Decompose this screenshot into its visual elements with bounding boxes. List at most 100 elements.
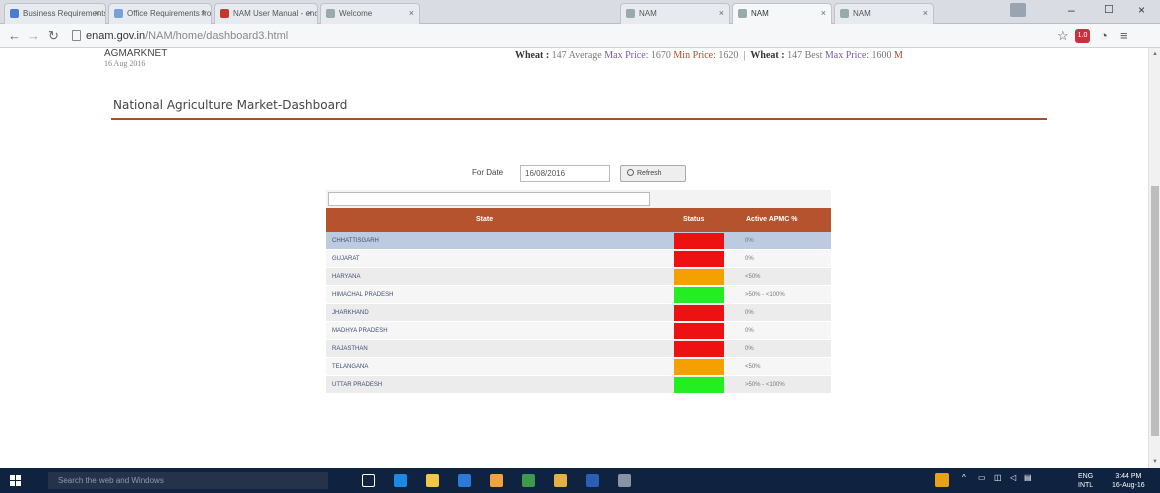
scroll-down-icon[interactable]: ▼ — [1152, 459, 1158, 465]
browser-tab[interactable]: Business Requirements × — [4, 3, 106, 24]
state-cell: MADHYA PRADESH — [332, 328, 388, 334]
close-window-button[interactable]: × — [1138, 3, 1145, 17]
browser-tab[interactable]: Welcome × — [320, 3, 420, 24]
price-ticker: Wheat : 147 Average Max Price: 1670 Min … — [515, 50, 1035, 61]
language-indicator[interactable]: ENG INTL — [1078, 472, 1093, 490]
table-row[interactable]: GUJARAT 0% — [326, 250, 831, 268]
table-row[interactable]: HIMACHAL PRADESH >50% - <100% — [326, 286, 831, 304]
column-header-active-apmc[interactable]: Active APMC % — [746, 216, 797, 223]
extension-badge-icon[interactable]: 1.0 — [1075, 29, 1090, 43]
state-cell: RAJASTHAN — [332, 346, 368, 352]
brand-date: 16 Aug 2016 — [104, 59, 146, 68]
browser-tab-strip: Business Requirements × Office Requireme… — [0, 0, 1160, 24]
browser-tab[interactable]: Office Requirements fro × — [108, 3, 212, 24]
system-clock[interactable]: 3:44 PM 16-Aug-16 — [1112, 472, 1145, 490]
page-content: AGMARKNET 16 Aug 2016 Wheat : 147 Averag… — [0, 48, 1148, 468]
browser-tab-active[interactable]: NAM × — [732, 3, 832, 24]
tab-label: NAM — [751, 9, 769, 18]
page-title: National Agriculture Market-Dashboard — [113, 98, 348, 112]
ticker-text: 147 Average — [549, 50, 605, 61]
chrome-icon[interactable] — [554, 474, 567, 487]
store-icon[interactable] — [458, 474, 471, 487]
date-label: For Date — [472, 168, 504, 177]
maximize-button[interactable]: ☐ — [1104, 3, 1114, 16]
url-field[interactable]: enam.gov.in/NAM/home/dashboard3.html — [86, 30, 288, 42]
user-profile-icon[interactable] — [1010, 3, 1026, 17]
table-row[interactable]: MADHYA PRADESH 0% — [326, 322, 831, 340]
ticker-max: 1600 — [869, 50, 895, 61]
app-icon[interactable] — [618, 474, 631, 487]
active-apmc-cell: 0% — [745, 238, 754, 244]
active-apmc-cell: 0% — [745, 256, 754, 262]
scroll-thumb[interactable] — [1151, 186, 1159, 436]
task-view-icon[interactable] — [362, 474, 375, 487]
column-header-state[interactable]: State — [476, 216, 493, 223]
ticker-separator: | — [738, 50, 751, 61]
state-cell: GUJARAT — [332, 256, 360, 262]
ticker-text: 147 Best — [784, 50, 825, 61]
scroll-up-icon[interactable]: ▲ — [1152, 51, 1158, 57]
file-explorer-icon[interactable] — [426, 474, 439, 487]
tab-favicon-icon — [840, 9, 849, 18]
taskbar-search-box[interactable]: Search the web and Windows — [48, 472, 328, 489]
tab-close-icon[interactable]: × — [923, 8, 928, 18]
network-icon[interactable]: ◫ — [994, 473, 1002, 482]
state-cell: UTTAR PRADESH — [332, 382, 383, 388]
reload-icon[interactable]: ↻ — [48, 28, 59, 44]
tab-label: Business Requirements — [23, 9, 106, 18]
lang-line2: INTL — [1078, 482, 1094, 489]
table-row[interactable]: RAJASTHAN 0% — [326, 340, 831, 358]
ticker-max: 1670 — [648, 50, 674, 61]
address-bar: ← → ↻ enam.gov.in/NAM/home/dashboard3.ht… — [0, 24, 1160, 48]
browser-tab[interactable]: NAM × — [620, 3, 730, 24]
action-center-icon[interactable]: ▤ — [1024, 473, 1032, 482]
state-cell: CHHATTISGARH — [332, 238, 379, 244]
refresh-button[interactable]: Refresh — [620, 165, 686, 182]
tab-close-icon[interactable]: × — [307, 8, 312, 18]
column-header-status[interactable]: Status — [683, 216, 704, 223]
table-row[interactable]: TELANGANA <50% — [326, 358, 831, 376]
table-row[interactable]: CHHATTISGARH 0% — [326, 232, 831, 250]
chevron-up-icon[interactable]: ^ — [962, 473, 966, 482]
bookmark-star-icon[interactable]: ☆ — [1057, 28, 1069, 44]
tab-label: Office Requirements fro — [127, 9, 212, 18]
tab-close-icon[interactable]: × — [201, 8, 206, 18]
tab-close-icon[interactable]: × — [719, 8, 724, 18]
notification-app-icon[interactable] — [935, 473, 949, 487]
edge-icon[interactable] — [394, 474, 407, 487]
excel-icon[interactable] — [522, 474, 535, 487]
tab-label: Welcome — [339, 9, 373, 18]
minimize-button[interactable]: – — [1068, 3, 1075, 17]
browser-tab[interactable]: NAM × — [834, 3, 934, 24]
table-row[interactable]: HARYANA <50% — [326, 268, 831, 286]
table-row[interactable]: UTTAR PRADESH >50% - <100% — [326, 376, 831, 394]
date-input[interactable] — [520, 165, 610, 182]
tab-favicon-icon — [220, 9, 229, 18]
status-indicator — [674, 287, 724, 303]
tab-close-icon[interactable]: × — [821, 8, 826, 18]
page-scrollbar[interactable]: ▲ ▼ — [1148, 48, 1160, 468]
speed-dial-icon[interactable]: ◔ — [1100, 28, 1108, 43]
state-filter-input[interactable] — [328, 192, 650, 206]
menu-icon[interactable]: ≡ — [1120, 28, 1128, 43]
tab-label: NAM — [853, 9, 871, 18]
status-indicator — [674, 233, 724, 249]
tab-close-icon[interactable]: × — [95, 8, 100, 18]
table-row[interactable]: JHARKHAND 0% — [326, 304, 831, 322]
status-indicator — [674, 251, 724, 267]
back-arrow-icon[interactable]: ← — [8, 28, 21, 43]
browser-tab[interactable]: NAM User Manual - enc × — [214, 3, 318, 24]
status-indicator — [674, 323, 724, 339]
volume-icon[interactable]: ◁ — [1010, 473, 1016, 482]
active-apmc-cell: <50% — [745, 274, 761, 280]
forward-arrow-icon[interactable]: → — [27, 28, 40, 43]
tab-label: NAM — [639, 9, 657, 18]
word-icon[interactable] — [586, 474, 599, 487]
outlook-icon[interactable] — [490, 474, 503, 487]
battery-icon[interactable]: ▭ — [978, 473, 986, 482]
ticker-min-label: Min Price: — [673, 50, 716, 61]
tab-close-icon[interactable]: × — [409, 8, 414, 18]
windows-start-icon[interactable] — [10, 475, 21, 486]
url-domain: enam.gov.in — [86, 30, 146, 42]
table-header: State Status Active APMC % — [326, 208, 831, 232]
